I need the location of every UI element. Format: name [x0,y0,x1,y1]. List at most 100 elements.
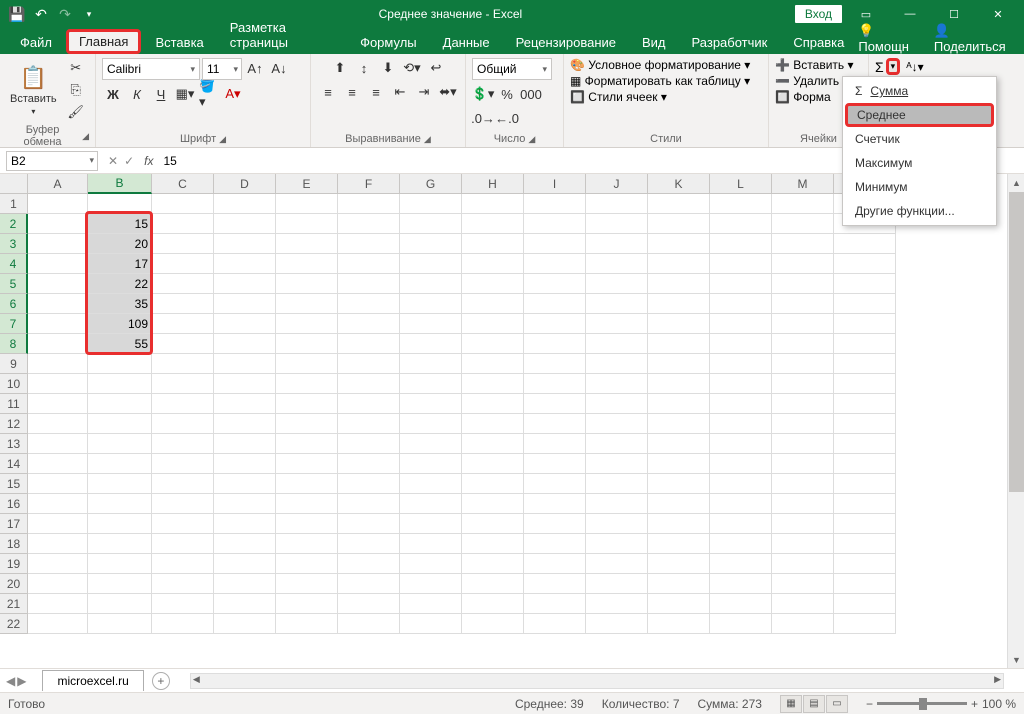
cell[interactable] [834,514,896,534]
increase-font-icon[interactable]: A↑ [244,58,266,78]
cell[interactable] [338,274,400,294]
cell[interactable] [152,614,214,634]
share-button[interactable]: 👤 Поделиться [934,23,1014,54]
cell[interactable] [462,234,524,254]
align-right-icon[interactable]: ≡ [365,82,387,102]
fx-icon[interactable]: fx [140,154,157,168]
cell[interactable] [152,454,214,474]
cell[interactable] [400,454,462,474]
cell[interactable] [214,534,276,554]
qat-dropdown-icon[interactable]: ▾ [80,5,98,23]
cell[interactable] [276,234,338,254]
merge-icon[interactable]: ⬌▾ [437,82,459,102]
cell[interactable] [772,354,834,374]
border-icon[interactable]: ▦▾ [174,84,196,104]
cell[interactable] [214,434,276,454]
cell[interactable] [648,194,710,214]
cell[interactable] [834,394,896,414]
cell[interactable] [648,334,710,354]
scroll-up-icon[interactable]: ▲ [1008,174,1024,191]
redo-icon[interactable]: ↷ [56,5,74,23]
cell[interactable] [834,314,896,334]
cell[interactable]: 15 [88,214,152,234]
cell[interactable] [214,334,276,354]
cell[interactable] [834,474,896,494]
cell[interactable] [28,594,88,614]
row-header[interactable]: 9 [0,354,28,374]
cell[interactable] [710,414,772,434]
cell[interactable] [524,474,586,494]
cell[interactable] [28,554,88,574]
cell[interactable] [338,234,400,254]
cell[interactable] [276,594,338,614]
orientation-icon[interactable]: ⟲▾ [401,58,423,78]
cell[interactable] [88,414,152,434]
align-left-icon[interactable]: ≡ [317,82,339,102]
cell[interactable] [152,434,214,454]
align-top-icon[interactable]: ⬆ [329,58,351,78]
cell[interactable] [648,454,710,474]
view-page-layout-icon[interactable]: ▤ [803,695,825,713]
italic-icon[interactable]: К [126,84,148,104]
autosum-dropdown-button[interactable]: ▾ [886,58,901,75]
cell[interactable] [772,554,834,574]
cell[interactable] [88,534,152,554]
cell[interactable] [772,614,834,634]
zoom-level[interactable]: 100 % [982,697,1016,711]
tab-home[interactable]: Главная [66,29,141,54]
cell[interactable] [400,474,462,494]
cell[interactable] [772,254,834,274]
cell[interactable] [338,494,400,514]
cell[interactable] [648,314,710,334]
cell[interactable] [710,394,772,414]
cell[interactable] [462,394,524,414]
cell[interactable] [710,354,772,374]
cell[interactable] [524,514,586,534]
column-header[interactable]: B [88,174,152,194]
cancel-formula-icon[interactable]: ✕ [108,154,118,168]
increase-decimal-icon[interactable]: .0→ [472,108,494,128]
cell[interactable] [152,294,214,314]
column-header[interactable]: E [276,174,338,194]
dd-sum[interactable]: ΣСумма [843,79,996,103]
cell[interactable] [214,234,276,254]
row-header[interactable]: 12 [0,414,28,434]
cell[interactable] [28,514,88,534]
cell[interactable] [710,334,772,354]
cell[interactable] [648,574,710,594]
column-header[interactable]: I [524,174,586,194]
cell[interactable] [710,514,772,534]
scroll-down-icon[interactable]: ▼ [1008,651,1024,668]
paste-button[interactable]: 📋 Вставить▾ [6,63,61,118]
cell[interactable] [276,494,338,514]
cell[interactable] [710,274,772,294]
sort-filter-icon[interactable]: ᴬ↓▾ [906,60,923,74]
cell[interactable] [772,334,834,354]
cell[interactable] [276,254,338,274]
number-format-select[interactable]: Общий [472,58,552,80]
cell[interactable] [338,594,400,614]
cell[interactable] [462,534,524,554]
cell[interactable] [834,374,896,394]
cell[interactable] [524,394,586,414]
cell[interactable] [648,374,710,394]
insert-cells-button[interactable]: ➕ Вставить ▾ [775,58,854,72]
cell[interactable] [400,534,462,554]
cell[interactable] [152,314,214,334]
cell[interactable] [152,254,214,274]
cell[interactable] [338,254,400,274]
cell[interactable] [586,434,648,454]
row-header[interactable]: 10 [0,374,28,394]
cell[interactable] [586,194,648,214]
row-header[interactable]: 11 [0,394,28,414]
cell[interactable] [648,494,710,514]
cell[interactable] [586,254,648,274]
cell[interactable] [338,194,400,214]
cell[interactable] [586,394,648,414]
column-header[interactable]: F [338,174,400,194]
tab-help[interactable]: Справка [781,31,856,54]
zoom-out-icon[interactable]: − [866,697,873,711]
row-header[interactable]: 3 [0,234,28,254]
cell[interactable] [338,534,400,554]
dd-max[interactable]: Максимум [843,151,996,175]
